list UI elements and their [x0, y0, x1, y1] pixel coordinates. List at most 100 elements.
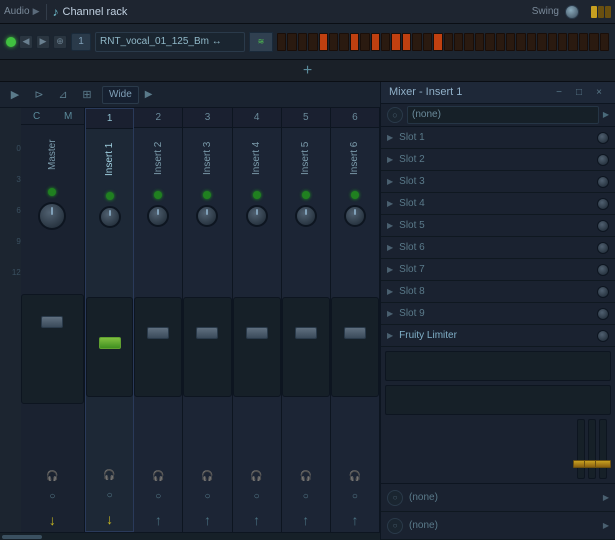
insert-6-fader-handle[interactable] — [344, 327, 366, 339]
insert-3-clock[interactable]: ○ — [199, 488, 215, 504]
insert-3-header[interactable]: 3 — [183, 108, 231, 128]
cr-step-3[interactable] — [308, 33, 317, 51]
insert-panel-close[interactable]: × — [591, 84, 607, 100]
scrollbar-thumb[interactable] — [2, 535, 42, 539]
insert-bottom-slot-1[interactable]: ○ (none) ▶ — [381, 484, 615, 512]
cr-step-31[interactable] — [600, 33, 609, 51]
cr-step-4[interactable] — [319, 33, 328, 51]
slot-knob-6[interactable] — [597, 264, 609, 276]
send-fader-handle-3[interactable] — [595, 460, 611, 468]
cr-btn-left[interactable]: ◀ — [19, 35, 33, 49]
toolbar-btn-3[interactable]: ⊿ — [54, 86, 72, 104]
slot-knob-0[interactable] — [597, 132, 609, 144]
insert-2-led[interactable] — [154, 191, 162, 199]
swing-knob[interactable] — [565, 5, 579, 19]
insert-5-knob[interactable] — [295, 205, 317, 227]
wide-label[interactable]: Wide — [102, 86, 139, 104]
cr-step-23[interactable] — [516, 33, 525, 51]
add-channel-button[interactable]: + — [303, 62, 312, 80]
cr-btn-mark[interactable]: ⊕ — [53, 35, 67, 49]
insert-2-arrow[interactable]: ↑ — [155, 512, 162, 528]
cr-step-7[interactable] — [350, 33, 359, 51]
insert-bottom-slot-2[interactable]: ○ (none) ▶ — [381, 512, 615, 540]
cr-step-1[interactable] — [287, 33, 296, 51]
cr-step-22[interactable] — [506, 33, 515, 51]
insert-1-fader-handle[interactable] — [99, 337, 121, 349]
insert-1-clock[interactable]: ○ — [102, 487, 118, 503]
insert-1-header[interactable]: 1 — [86, 109, 133, 129]
insert-3-fader-handle[interactable] — [196, 327, 218, 339]
cr-step-5[interactable] — [329, 33, 338, 51]
insert-6-clock[interactable]: ○ — [347, 488, 363, 504]
insert-4-clock[interactable]: ○ — [249, 488, 265, 504]
insert-2-fader-handle[interactable] — [147, 327, 169, 339]
cr-step-11[interactable] — [391, 33, 400, 51]
master-led[interactable] — [48, 188, 56, 196]
insert-2-knob[interactable] — [147, 205, 169, 227]
insert-4-led[interactable] — [253, 191, 261, 199]
toolbar-btn-2[interactable]: ⊳ — [30, 86, 48, 104]
insert-1-headphone[interactable]: 🎧 — [102, 467, 118, 483]
insert-6-arrow[interactable]: ↑ — [351, 512, 358, 528]
insert-6-led[interactable] — [351, 191, 359, 199]
audio-arrow-icon[interactable]: ▶ — [33, 6, 40, 17]
cr-step-25[interactable] — [537, 33, 546, 51]
insert-5-led[interactable] — [302, 191, 310, 199]
insert-2-header[interactable]: 2 — [134, 108, 182, 128]
insert-4-fader-handle[interactable] — [246, 327, 268, 339]
master-knob-pan[interactable] — [38, 202, 66, 230]
toolbar-btn-4[interactable]: ⊞ — [78, 86, 96, 104]
insert-2-headphone[interactable]: 🎧 — [150, 468, 166, 484]
insert-3-knob[interactable] — [196, 205, 218, 227]
cr-step-24[interactable] — [527, 33, 536, 51]
insert-slot-8[interactable]: ▶Slot 9 — [381, 303, 615, 325]
cr-step-9[interactable] — [371, 33, 380, 51]
insert-4-headphone[interactable]: 🎧 — [249, 468, 265, 484]
insert-2-clock[interactable]: ○ — [150, 488, 166, 504]
insert-3-arrow[interactable]: ↑ — [204, 512, 211, 528]
slot-knob-3[interactable] — [597, 198, 609, 210]
insert-4-header[interactable]: 4 — [233, 108, 281, 128]
insert-slot-6[interactable]: ▶Slot 7 — [381, 259, 615, 281]
cr-step-30[interactable] — [589, 33, 598, 51]
insert-5-arrow[interactable]: ↑ — [302, 512, 309, 528]
insert-4-arrow[interactable]: ↑ — [253, 512, 260, 528]
cr-step-6[interactable] — [339, 33, 348, 51]
insert-slot-4[interactable]: ▶Slot 5 — [381, 215, 615, 237]
cr-step-29[interactable] — [579, 33, 588, 51]
send-fader-2[interactable] — [588, 419, 596, 479]
slot-knob-4[interactable] — [597, 220, 609, 232]
insert-slot-9[interactable]: ▶Fruity Limiter — [381, 325, 615, 347]
slot-knob-8[interactable] — [597, 308, 609, 320]
insert-6-knob[interactable] — [344, 205, 366, 227]
cr-step-8[interactable] — [360, 33, 369, 51]
master-clock-icon[interactable]: ○ — [44, 488, 60, 504]
insert-6-header[interactable]: 6 — [331, 108, 379, 128]
cr-waveform[interactable]: ≋ — [249, 32, 273, 52]
cr-step-2[interactable] — [298, 33, 307, 51]
insert-5-fader-handle[interactable] — [295, 327, 317, 339]
cr-step-19[interactable] — [475, 33, 484, 51]
insert-dropdown[interactable]: (none) — [407, 106, 599, 124]
cr-step-0[interactable] — [277, 33, 286, 51]
cr-step-10[interactable] — [381, 33, 390, 51]
cr-step-12[interactable] — [402, 33, 411, 51]
slot-knob-2[interactable] — [597, 176, 609, 188]
master-fader-handle[interactable] — [41, 316, 63, 328]
slot-knob-1[interactable] — [597, 154, 609, 166]
cr-btn-right[interactable]: ▶ — [36, 35, 50, 49]
cr-led[interactable] — [6, 37, 16, 47]
insert-1-arrow[interactable]: ↓ — [106, 511, 113, 527]
insert-slot-2[interactable]: ▶Slot 3 — [381, 171, 615, 193]
insert-3-led[interactable] — [203, 191, 211, 199]
insert-5-clock[interactable]: ○ — [298, 488, 314, 504]
insert-slot-3[interactable]: ▶Slot 4 — [381, 193, 615, 215]
insert-1-knob[interactable] — [99, 206, 121, 228]
insert-5-header[interactable]: 5 — [282, 108, 330, 128]
insert-panel-min[interactable]: − — [551, 84, 567, 100]
slot-knob-5[interactable] — [597, 242, 609, 254]
send-fader-3[interactable] — [599, 419, 607, 479]
cr-step-14[interactable] — [423, 33, 432, 51]
ibs-arrow-2[interactable]: ▶ — [603, 521, 609, 530]
cr-step-18[interactable] — [464, 33, 473, 51]
